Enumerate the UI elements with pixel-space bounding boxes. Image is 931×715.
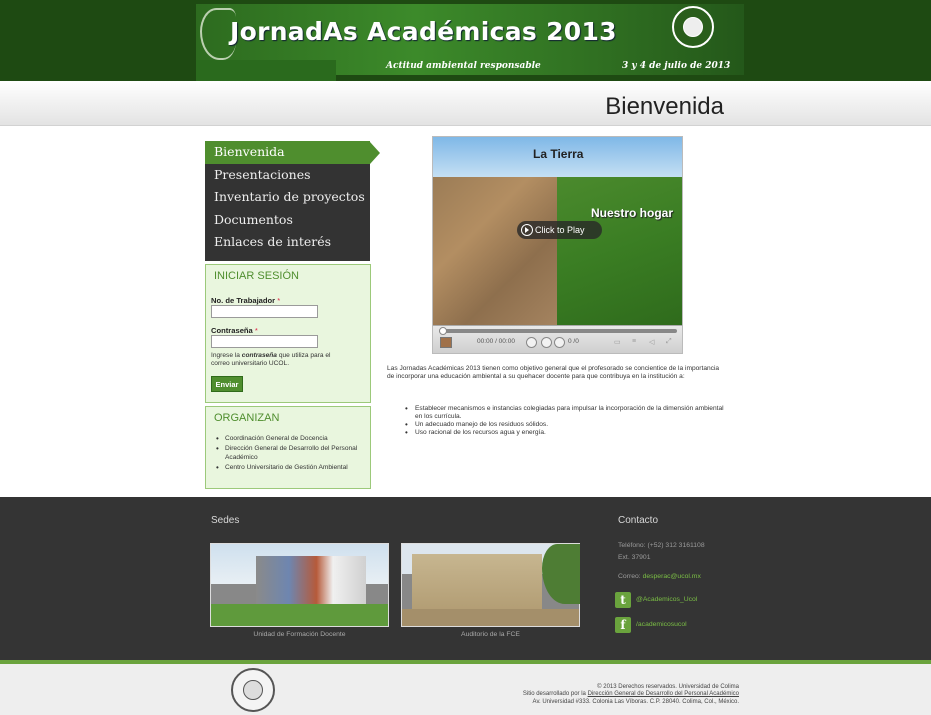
nav-item-inventario[interactable]: Inventario de proyectos xyxy=(205,186,370,209)
play-icon xyxy=(521,224,533,236)
developer-link[interactable]: Dirección General de Desarrollo del Pers… xyxy=(588,691,739,697)
list-item: Establecer mecanismos e instancias coleg… xyxy=(405,405,725,421)
venue-photo[interactable] xyxy=(401,543,580,627)
list-item: Un adecuado manejo de los residuos sólid… xyxy=(405,421,725,429)
worker-number-input[interactable] xyxy=(211,305,318,318)
video-title: La Tierra xyxy=(533,147,584,161)
twitter-icon[interactable]: t xyxy=(615,592,631,608)
facebook-link[interactable]: /academicosucol xyxy=(636,621,687,628)
subfooter xyxy=(0,664,931,715)
page-title: Bienvenida xyxy=(605,93,724,120)
copyright-text: © 2013 Derechos reservados. Universidad … xyxy=(597,684,739,690)
submit-button[interactable]: Enviar xyxy=(211,376,243,392)
credits: © 2013 Derechos reservados. Universidad … xyxy=(479,684,739,706)
nav-item-presentaciones[interactable]: Presentaciones xyxy=(205,164,370,187)
organizers-list: Coordinación General de Docencia Direcci… xyxy=(216,434,366,472)
intro-text: Las Jornadas Académicas 2013 tienen como… xyxy=(387,365,720,381)
login-title: INICIAR SESIÓN xyxy=(214,270,299,282)
address-text: Av. Universidad #333. Colonia Las Víbora… xyxy=(532,698,739,705)
university-seal-icon xyxy=(672,6,714,48)
active-arrow-icon xyxy=(370,142,380,164)
venues-title: Sedes xyxy=(211,515,240,526)
video-frame-soil xyxy=(433,177,561,325)
email-link[interactable]: desperac@ucol.mx xyxy=(643,573,701,580)
facebook-icon[interactable]: f xyxy=(615,617,631,633)
developer-text: Sitio desarrollado por la Dirección Gene… xyxy=(522,691,739,698)
list-item: Centro Universitario de Gestión Ambienta… xyxy=(216,463,366,473)
time-readout: 00:00 / 00:00 xyxy=(477,338,515,345)
nav-item-enlaces[interactable]: Enlaces de interés xyxy=(205,231,370,254)
progress-handle[interactable] xyxy=(439,327,447,335)
organizers-title: ORGANIZAN xyxy=(214,412,280,424)
video-player[interactable]: La Tierra Nuestro hogar Click to Play 00… xyxy=(432,136,683,354)
worker-label: No. de Trabajador * xyxy=(211,296,281,305)
play-control-button[interactable] xyxy=(526,337,537,348)
login-panel: INICIAR SESIÓN No. de Trabajador * Contr… xyxy=(205,264,371,403)
contact-email: Correo: desperac@ucol.mx xyxy=(618,573,701,580)
twitter-link[interactable]: @Academicos_Ucol xyxy=(636,596,697,603)
video-subtitle: Nuestro hogar xyxy=(591,206,674,220)
captions-icon[interactable]: ▭ xyxy=(614,338,621,346)
contact-extension: Ext. 37901 xyxy=(618,554,651,561)
venue-caption: Auditorio de la FCE xyxy=(461,631,520,638)
slide-counter: 0 /0 xyxy=(568,338,579,345)
list-item: Uso racional de los recursos agua y ener… xyxy=(405,429,725,437)
fullscreen-icon[interactable]: ⤢ xyxy=(666,338,672,346)
click-to-play-button[interactable]: Click to Play xyxy=(517,221,602,239)
previous-button[interactable] xyxy=(541,337,552,348)
list-item: Coordinación General de Docencia xyxy=(216,434,366,444)
video-frame-grass xyxy=(557,177,682,325)
contact-phone: Teléfono: (+52) 312 3161108 xyxy=(618,542,705,549)
site-title[interactable]: JornadAs Académicas 2013 xyxy=(230,17,617,46)
event-date: 3 y 4 de julio de 2013 xyxy=(622,61,731,71)
slide-thumbnail-icon[interactable] xyxy=(440,337,452,348)
password-input[interactable] xyxy=(211,335,318,348)
list-item: Dirección General de Desarrollo del Pers… xyxy=(216,444,366,463)
nav-item-bienvenida[interactable]: Bienvenida xyxy=(205,141,370,164)
login-help-text: Ingrese la contraseña que utiliza para e… xyxy=(211,352,331,367)
contact-title: Contacto xyxy=(618,515,659,526)
organizers-panel: ORGANIZAN Coordinación General de Docenc… xyxy=(205,406,371,489)
goals-list: Establecer mecanismos e instancias coleg… xyxy=(405,405,725,437)
venue-caption: Unidad de Formación Docente xyxy=(253,631,346,638)
main-nav: Bienvenida Presentaciones Inventario de … xyxy=(205,141,370,261)
title-bar xyxy=(0,81,931,126)
nav-item-documentos[interactable]: Documentos xyxy=(205,209,370,232)
progress-bar[interactable] xyxy=(439,329,677,333)
password-label: Contraseña * xyxy=(211,326,258,335)
venue-photo[interactable] xyxy=(210,543,389,627)
audio-settings-icon[interactable]: ≡ xyxy=(632,338,636,345)
site-slogan: Actitud ambiental responsable xyxy=(386,61,541,71)
university-seal-icon xyxy=(231,668,275,712)
volume-icon[interactable]: ◁ xyxy=(649,338,654,346)
video-controls: 00:00 / 00:00 0 /0 ▭ ≡ ◁ ⤢ xyxy=(433,325,682,353)
next-button[interactable] xyxy=(554,337,565,348)
